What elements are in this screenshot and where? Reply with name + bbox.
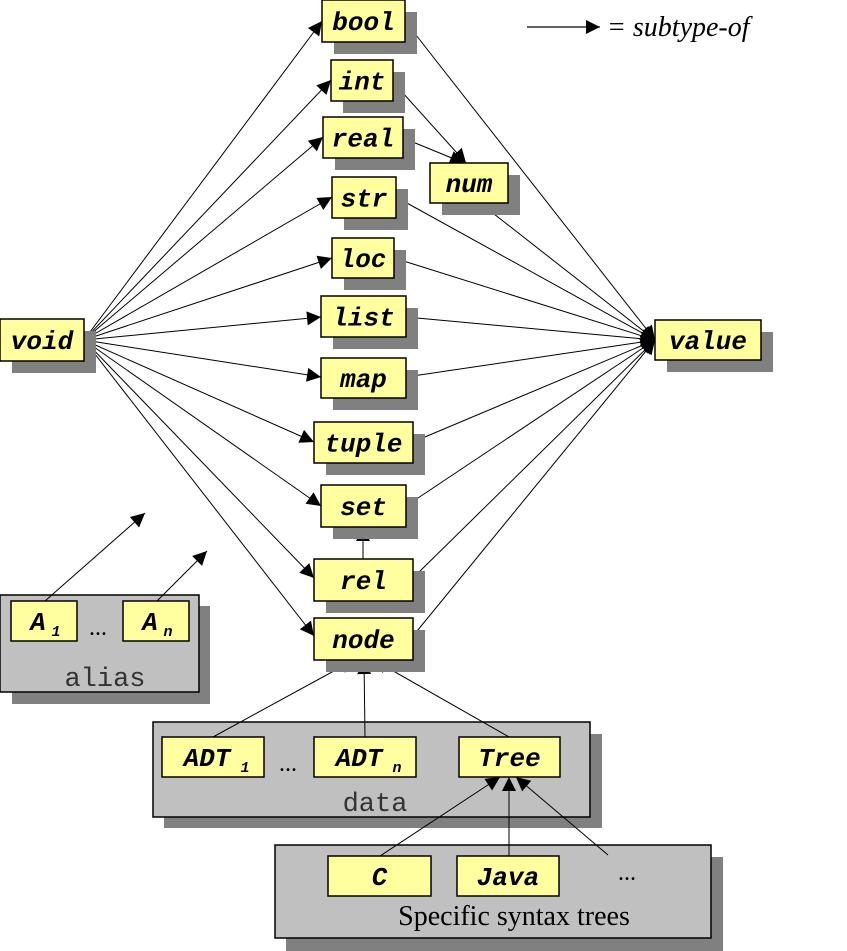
type-node-tuple[interactable]: tuple — [313, 421, 425, 475]
edge-void-to-real — [83, 136, 324, 341]
node-label: bool — [332, 8, 394, 38]
type-node-rel[interactable]: rel — [313, 558, 425, 613]
node-label: tuple — [324, 430, 402, 460]
node-label: rel — [340, 567, 387, 597]
edge-void-to-node — [83, 339, 315, 637]
edge-num-to-value — [479, 202, 656, 341]
edge-node-to-value — [412, 339, 656, 637]
type-node-node[interactable]: node — [313, 617, 425, 672]
data-group-label: data — [343, 790, 408, 820]
edge-void-to-map — [83, 339, 322, 382]
type-node-map[interactable]: map — [320, 357, 418, 410]
type-node-alias-n[interactable]: An — [122, 600, 190, 642]
edge-alias-1-up — [44, 512, 146, 602]
type-node-void[interactable]: void — [0, 318, 96, 373]
node-subscript: 1 — [51, 624, 60, 641]
type-node-list[interactable]: list — [320, 295, 418, 349]
legend: = subtype-of — [527, 12, 753, 43]
node-subscript: 1 — [240, 760, 249, 777]
edge-void-to-str — [83, 196, 333, 341]
edge-tuple-to-value — [412, 338, 656, 443]
edge-void-to-bool — [83, 20, 323, 341]
node-label: list — [332, 304, 394, 334]
legend-label: = subtype-of — [607, 12, 753, 43]
node-subscript: n — [163, 624, 172, 641]
type-node-syntax-java[interactable]: Java — [456, 855, 560, 897]
edge-void-to-set — [83, 339, 322, 507]
type-node-alias-1[interactable]: A1 — [10, 600, 78, 642]
node-label: ADT — [182, 744, 232, 774]
node-label: void — [11, 327, 75, 357]
type-node-str[interactable]: str — [331, 176, 408, 230]
edge-void-to-tuple — [83, 339, 315, 443]
node-label: node — [332, 626, 394, 656]
type-node-loc[interactable]: loc — [331, 237, 406, 290]
node-label: Java — [477, 863, 539, 893]
alias-group-label: alias — [64, 665, 145, 695]
node-label: A — [140, 608, 158, 638]
node-label: A — [28, 608, 46, 638]
node-subscript: n — [392, 760, 401, 777]
edge-void-to-int — [83, 79, 332, 341]
type-node-int[interactable]: int — [330, 59, 405, 113]
syntax-group-label: Specific syntax trees — [398, 901, 630, 932]
node-label: real — [332, 125, 394, 155]
edge-rel-to-value — [412, 339, 656, 579]
node-label: map — [339, 365, 387, 395]
node-label: C — [372, 863, 388, 893]
node-label: int — [339, 68, 386, 98]
type-node-adt-n[interactable]: ADT n — [313, 736, 417, 778]
type-node-set[interactable]: set — [320, 484, 418, 539]
data-ellipsis: ... — [279, 751, 297, 777]
type-node-bool[interactable]: bool — [321, 0, 417, 54]
nodes: void value bool int real num str loc list map tupl… — [0, 0, 773, 897]
type-node-num[interactable]: num — [429, 162, 520, 215]
node-label: set — [340, 493, 387, 523]
type-hierarchy-diagram: alias data Specific syntax trees void val… — [0, 0, 773, 951]
type-node-value[interactable]: value — [654, 319, 773, 372]
node-label: num — [446, 170, 493, 200]
node-label: loc — [340, 245, 387, 275]
edge-str-to-value — [395, 196, 656, 341]
edge-alias-n-up — [156, 550, 208, 602]
syntax-ellipsis: ... — [618, 860, 636, 886]
node-label: value — [669, 327, 747, 357]
node-label: Tree — [478, 744, 540, 774]
alias-ellipsis: ... — [89, 615, 107, 641]
type-node-tree[interactable]: Tree — [458, 736, 561, 778]
type-node-real[interactable]: real — [322, 116, 415, 170]
edge-set-to-value — [405, 339, 656, 507]
type-node-adt-1[interactable]: ADT 1 — [161, 736, 265, 778]
node-label: ADT — [334, 744, 384, 774]
node-label: str — [341, 185, 388, 215]
edge-void-to-rel — [83, 339, 315, 579]
edge-map-to-value — [405, 335, 656, 378]
type-node-syntax-c[interactable]: C — [327, 855, 432, 897]
